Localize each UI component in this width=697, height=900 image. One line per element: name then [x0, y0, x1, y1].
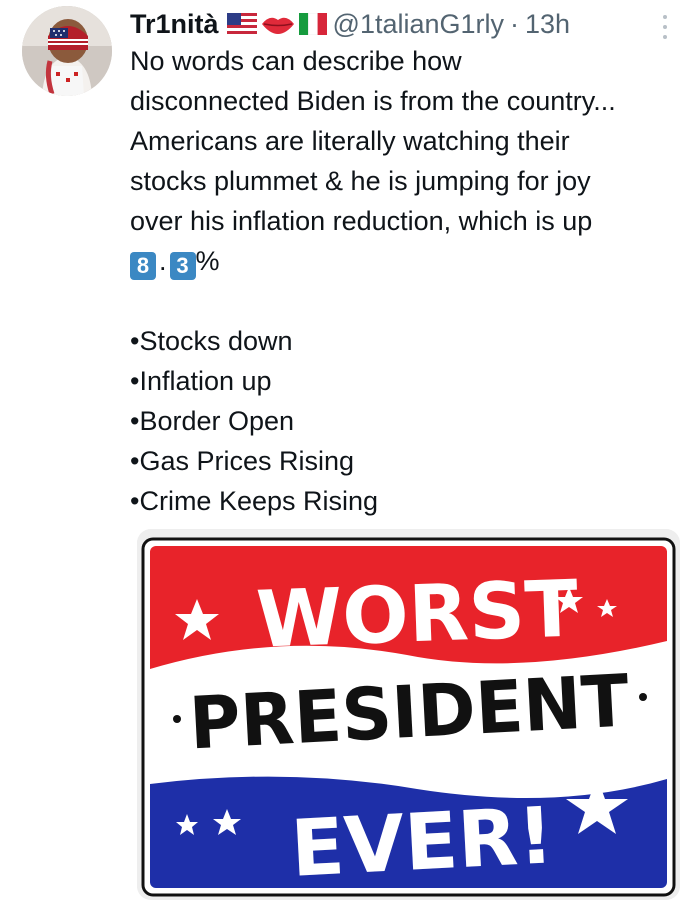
more-options-icon[interactable]	[655, 12, 675, 42]
bullet-dot-left	[173, 715, 181, 723]
decimal-point: .	[159, 246, 167, 276]
more-dot	[663, 15, 667, 19]
bullet-item: •Border Open	[130, 406, 295, 436]
bullet-dot-right	[639, 693, 647, 701]
tweet-line: stocks plummet & he is jumping for joy	[130, 166, 591, 196]
bullet-item: •Crime Keeps Rising	[130, 486, 379, 516]
sign-graphic: WORST PRESIDENT EVER!	[137, 529, 680, 900]
us-flag-icon	[226, 13, 257, 35]
keycap-digit-3: 3	[169, 252, 196, 280]
timestamp[interactable]: 13h	[525, 4, 570, 44]
percent-line: 8. 3%	[130, 241, 690, 281]
tweet-header: Tr1nità @1talianG1rly · 13h	[130, 4, 570, 44]
tweet[interactable]: Tr1nità @1talianG1rly · 13h No words can…	[0, 0, 697, 900]
tweet-image[interactable]: WORST PRESIDENT EVER!	[137, 529, 680, 900]
author-handle[interactable]: @1talianG1rly	[333, 4, 504, 44]
author-name[interactable]: Tr1nità	[130, 4, 219, 44]
tweet-text: No words can describe how disconnected B…	[130, 41, 690, 521]
percent-sign: %	[195, 246, 220, 276]
tweet-line: over his inflation reduction, which is u…	[130, 206, 593, 236]
keycap-digit-8: 8	[130, 252, 156, 280]
tweet-line: Americans are literally watching their	[130, 126, 570, 156]
tweet-line: No words can describe how	[130, 46, 462, 76]
bullet-item: •Stocks down	[130, 326, 293, 356]
bullet-item: •Inflation up	[130, 366, 272, 396]
lips-icon	[261, 17, 294, 34]
name-emojis	[226, 13, 327, 35]
avatar-image	[22, 6, 112, 96]
sign-word-ever: EVER!	[289, 791, 556, 895]
more-dot	[663, 25, 667, 29]
bullet-item: •Gas Prices Rising	[130, 446, 355, 476]
more-dot	[663, 35, 667, 39]
tweet-line: disconnected Biden is from the country..…	[130, 86, 616, 116]
sign-word-worst: WORST	[255, 564, 580, 665]
italy-flag-icon	[298, 13, 327, 35]
avatar[interactable]	[22, 6, 112, 96]
header-separator: ·	[510, 9, 520, 39]
